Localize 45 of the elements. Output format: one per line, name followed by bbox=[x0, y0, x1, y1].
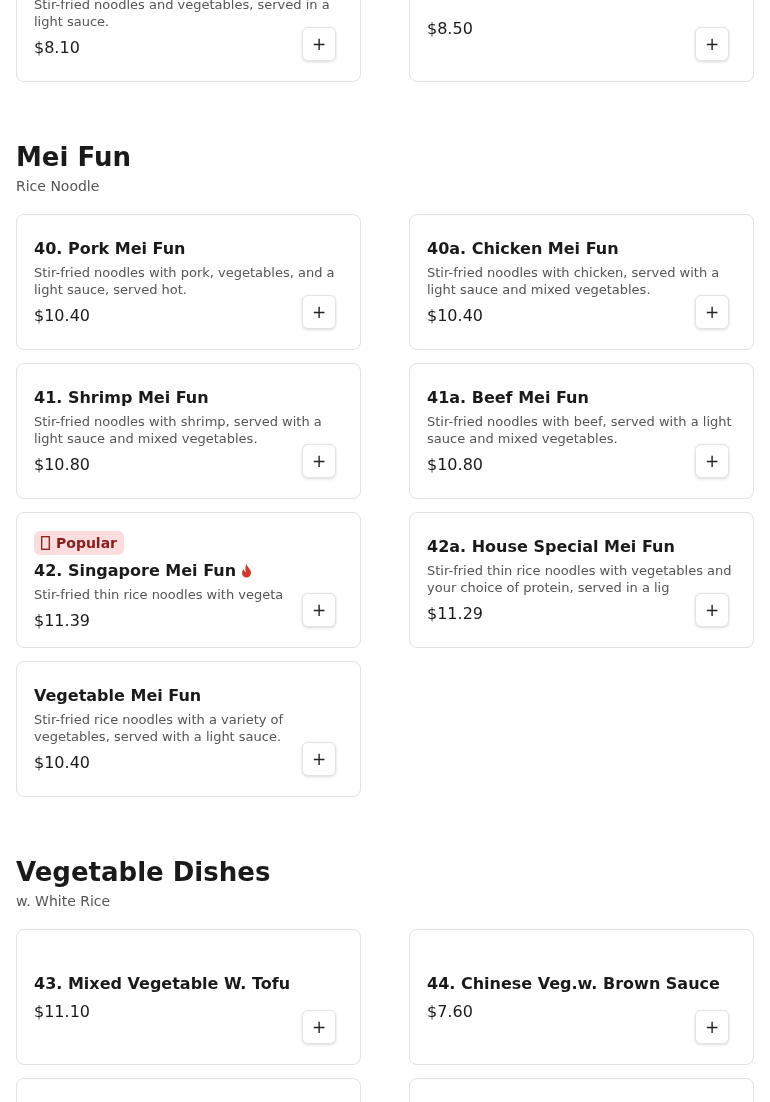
dish-price: $10.40 bbox=[34, 753, 90, 772]
dish-title: 42. Singapore Mei Fun bbox=[34, 560, 237, 581]
missing-glyph-icon bbox=[41, 535, 50, 550]
section-subtitle: w. White Rice bbox=[16, 893, 112, 910]
dish-description: Stir-fried noodles with chicken, served with a light sauce and mixed vegetables. bbox=[427, 264, 721, 298]
dish-price: $11.10 bbox=[34, 1001, 90, 1021]
badge-label: Popular bbox=[56, 534, 118, 551]
add-button[interactable]: + bbox=[302, 1010, 336, 1044]
add-button[interactable]: + bbox=[695, 1010, 729, 1044]
dish-description: Stir-fried noodles with pork, vegetables, and a light sauce, served hot. bbox=[34, 264, 336, 298]
dish-title: 43. Mixed Vegetable W. Tofu bbox=[34, 973, 291, 994]
dish-price: $10.80 bbox=[34, 455, 90, 474]
dish-title: 44. Chinese Veg.w. Brown Sauce bbox=[427, 973, 720, 994]
dish-description: Stir-fried rice noodles with a variety of vegetables, served with a light sauce. bbox=[34, 711, 285, 745]
add-button[interactable]: + bbox=[695, 593, 729, 627]
dish-title: 40. Pork Mei Fun bbox=[34, 239, 186, 259]
add-button[interactable]: + bbox=[695, 27, 729, 61]
section-subtitle: Rice Noodle bbox=[16, 178, 101, 195]
dish-description: Stir-fried noodles with beef, served with a light sauce and mixed vegetables. bbox=[427, 413, 733, 447]
dish-description: Stir-fried noodles with shrimp, served with a light sauce and mixed vegetables. bbox=[34, 413, 323, 447]
dish-price: $8.50 bbox=[427, 18, 473, 38]
dish-price: $10.40 bbox=[427, 306, 483, 325]
add-button[interactable]: + bbox=[302, 444, 336, 478]
section-title: Vegetable Dishes bbox=[16, 857, 272, 887]
dish-price: $11.29 bbox=[427, 604, 483, 623]
section-title: Mei Fun bbox=[16, 142, 132, 172]
dish-description: Stir-fried noodles and vegetables, served in a light sauce. bbox=[34, 0, 331, 30]
add-button[interactable]: + bbox=[302, 27, 336, 61]
dish-price: $10.80 bbox=[427, 455, 483, 474]
dish-price: $11.39 bbox=[34, 610, 90, 630]
dish-title: 41a. Beef Mei Fun bbox=[427, 388, 589, 408]
add-button[interactable]: + bbox=[302, 742, 336, 776]
add-button[interactable]: + bbox=[302, 295, 336, 329]
dish-price: $8.10 bbox=[34, 38, 80, 57]
dish-title: 40a. Chicken Mei Fun bbox=[427, 239, 619, 259]
dish-price: $7.60 bbox=[427, 1001, 473, 1021]
dish-title: 41. Shrimp Mei Fun bbox=[34, 388, 209, 408]
dish-title: 42a. House Special Mei Fun bbox=[427, 537, 675, 557]
dish-price: $10.40 bbox=[34, 306, 90, 325]
dish-description: Stir-fried thin rice noodles with vegeta bbox=[34, 585, 285, 603]
add-button[interactable]: + bbox=[695, 444, 729, 478]
add-button[interactable]: + bbox=[302, 593, 336, 627]
dish-title: Vegetable Mei Fun bbox=[34, 686, 202, 706]
dish-description: Stir-fried thin rice noodles with vegetables and your choice of protein, served in a lig bbox=[427, 562, 733, 596]
add-button[interactable]: + bbox=[695, 295, 729, 329]
